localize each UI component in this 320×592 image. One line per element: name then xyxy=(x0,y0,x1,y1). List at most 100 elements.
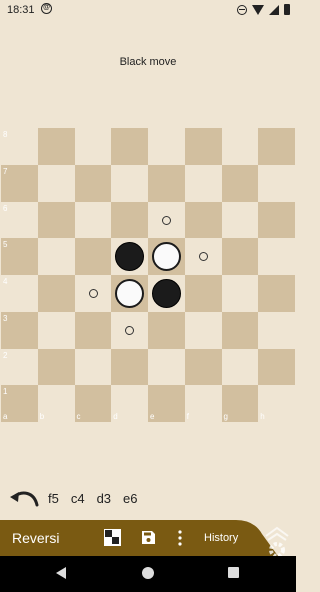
move-entry[interactable]: c4 xyxy=(71,491,85,506)
board-square-d5[interactable] xyxy=(111,238,148,275)
app-title: Reversi xyxy=(12,530,60,546)
white-disc xyxy=(115,279,145,308)
board-square-f4[interactable] xyxy=(184,275,222,312)
board-square-a6[interactable]: 6 xyxy=(1,201,38,239)
board-square-f7[interactable] xyxy=(184,164,222,202)
board-square-g7[interactable] xyxy=(221,164,259,202)
board-square-a7[interactable]: 7 xyxy=(1,164,38,202)
board-square-d8[interactable] xyxy=(111,128,148,165)
board-square-a8[interactable]: 8 xyxy=(1,128,38,165)
black-disc xyxy=(152,279,181,308)
legal-move-hint[interactable] xyxy=(198,252,208,262)
board-square-a3[interactable]: 3 xyxy=(1,311,38,349)
board-square-d7[interactable] xyxy=(111,164,148,202)
board-square-c7[interactable] xyxy=(74,164,112,202)
board-square-b3[interactable] xyxy=(37,311,75,349)
board-square-b6[interactable] xyxy=(37,201,75,239)
board-square-f6[interactable] xyxy=(184,201,222,239)
board-square-f2[interactable] xyxy=(184,348,222,386)
board-square-c8[interactable] xyxy=(74,128,112,165)
board-square-d6[interactable] xyxy=(111,201,148,239)
board-square-e3[interactable] xyxy=(148,311,185,349)
board-square-b7[interactable] xyxy=(37,164,75,202)
board-square-f1[interactable]: f xyxy=(184,385,222,422)
file-label: f xyxy=(186,412,189,421)
move-list: f5 c4 d3 e6 xyxy=(48,491,138,506)
undo-icon[interactable] xyxy=(8,488,40,510)
board-square-h7[interactable] xyxy=(258,164,295,202)
history-button[interactable]: History xyxy=(204,532,238,544)
save-icon[interactable] xyxy=(141,530,156,545)
board-square-c2[interactable] xyxy=(74,348,112,386)
rank-label: 4 xyxy=(3,277,8,286)
legal-move-hint[interactable] xyxy=(162,215,171,225)
board-square-h8[interactable] xyxy=(258,128,295,165)
nav-back-icon[interactable] xyxy=(56,567,66,579)
board-square-a1[interactable]: 1a xyxy=(1,385,38,422)
board-square-f5[interactable] xyxy=(184,238,222,275)
board-square-d2[interactable] xyxy=(111,348,148,386)
move-entry[interactable]: d3 xyxy=(97,491,111,506)
board-square-h1[interactable]: h xyxy=(258,385,295,422)
board-square-b8[interactable] xyxy=(37,128,75,165)
status-bar: 18:31 @ xyxy=(0,0,296,20)
file-label: h xyxy=(260,412,265,421)
nav-recents-icon[interactable] xyxy=(228,567,239,578)
board-square-e7[interactable] xyxy=(148,164,185,202)
board-square-a5[interactable]: 5 xyxy=(1,238,38,275)
move-entry[interactable]: f5 xyxy=(48,491,59,506)
board-square-e1[interactable]: e xyxy=(148,385,185,422)
board-square-c3[interactable] xyxy=(74,311,112,349)
board-square-c6[interactable] xyxy=(74,201,112,239)
board-square-f3[interactable] xyxy=(184,311,222,349)
board-square-e8[interactable] xyxy=(148,128,185,165)
board-square-g2[interactable] xyxy=(221,348,259,386)
board-square-b2[interactable] xyxy=(37,348,75,386)
rank-label: 8 xyxy=(3,130,8,139)
board-square-g3[interactable] xyxy=(221,311,259,349)
board-square-b1[interactable]: b xyxy=(37,385,75,422)
battery-icon xyxy=(284,4,290,15)
rank-label: 7 xyxy=(3,166,8,176)
more-options-icon[interactable] xyxy=(176,529,184,547)
board-square-e5[interactable] xyxy=(148,238,185,275)
board-square-b5[interactable] xyxy=(37,238,75,275)
bottom-toolbar: Reversi History xyxy=(0,520,296,556)
black-disc xyxy=(115,242,145,272)
board-square-e6[interactable] xyxy=(148,201,185,239)
board-square-h5[interactable] xyxy=(258,238,295,275)
board-square-e2[interactable] xyxy=(148,348,185,386)
board-square-d3[interactable] xyxy=(111,311,148,349)
white-disc xyxy=(152,242,181,272)
move-entry[interactable]: e6 xyxy=(123,491,137,506)
board-square-h2[interactable] xyxy=(258,348,295,386)
board-square-g4[interactable] xyxy=(221,275,259,312)
board-square-c4[interactable] xyxy=(74,275,112,312)
legal-move-hint[interactable] xyxy=(125,325,135,335)
board-square-b4[interactable] xyxy=(37,275,75,312)
settings-gear-icon[interactable] xyxy=(262,526,292,556)
board-square-h4[interactable] xyxy=(258,275,295,312)
board-square-g8[interactable] xyxy=(221,128,259,165)
board-square-c1[interactable]: c xyxy=(74,385,112,422)
board-square-g5[interactable] xyxy=(221,238,259,275)
board-square-g6[interactable] xyxy=(221,201,259,239)
status-icons xyxy=(237,4,290,15)
board-icon[interactable] xyxy=(104,529,121,546)
board-square-f8[interactable] xyxy=(184,128,222,165)
board-square-d4[interactable] xyxy=(111,275,148,312)
game-board[interactable]: 8 7 65 4 321abcdef gh xyxy=(1,128,295,422)
board-square-h3[interactable] xyxy=(258,311,295,349)
nav-home-icon[interactable] xyxy=(142,567,154,579)
board-square-h6[interactable] xyxy=(258,201,295,239)
board-square-g1[interactable]: g xyxy=(221,385,259,422)
board-square-a4[interactable]: 4 xyxy=(1,275,38,312)
board-square-c5[interactable] xyxy=(74,238,112,275)
rank-label: 1 xyxy=(3,387,8,397)
legal-move-hint[interactable] xyxy=(88,289,98,298)
board-square-d1[interactable]: d xyxy=(111,385,148,422)
status-time: 18:31 xyxy=(7,4,35,16)
board-square-a2[interactable]: 2 xyxy=(1,348,38,386)
board-square-e4[interactable] xyxy=(148,275,185,312)
cell-signal-icon xyxy=(269,4,279,15)
